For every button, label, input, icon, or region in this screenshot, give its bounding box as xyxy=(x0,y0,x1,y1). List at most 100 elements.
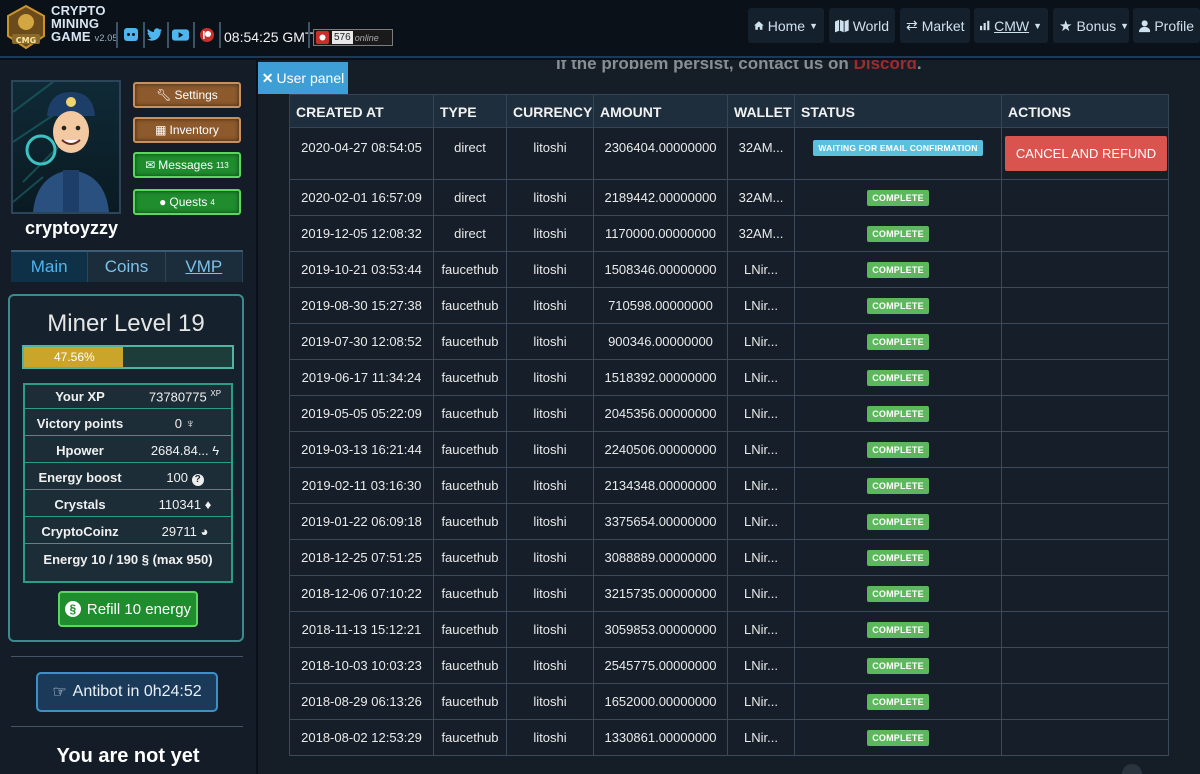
cell-wallet: LNir... xyxy=(727,720,794,755)
cell-action xyxy=(1001,720,1170,755)
cell-text: direct xyxy=(454,140,486,155)
inventory-icon: ▦ xyxy=(155,123,167,137)
nav-market[interactable]: ⇄ Market xyxy=(900,8,970,43)
status-badge: COMPLETE xyxy=(867,549,929,566)
twitter-icon[interactable] xyxy=(146,26,163,43)
nav-profile[interactable]: Profile xyxy=(1133,8,1200,43)
tab-user-panel[interactable]: ✕ User panel xyxy=(258,62,348,94)
discord-icon[interactable] xyxy=(122,26,139,43)
scroll-top-button[interactable] xyxy=(1122,764,1142,774)
cell-text: 2019-07-30 12:08:52 xyxy=(301,334,422,349)
cell-wallet: LNir... xyxy=(727,540,794,575)
tab-coins[interactable]: Coins xyxy=(88,252,166,282)
cell-currency: litoshi xyxy=(506,360,593,395)
patreon-icon[interactable] xyxy=(198,26,215,43)
col-type: TYPE xyxy=(433,95,506,129)
tab-coins-label: Coins xyxy=(104,257,149,276)
cell-text: 2019-05-05 05:22:09 xyxy=(301,406,422,421)
quests-button[interactable]: ● Quests 4 xyxy=(133,189,241,215)
cell-action xyxy=(1001,684,1170,719)
shield-icon: ♆ xyxy=(185,416,196,431)
table-row: 2019-06-17 11:34:24 faucethub litoshi 15183… xyxy=(289,360,1169,396)
cell-text: 1508346.00000000 xyxy=(604,262,717,277)
nav-world[interactable]: World xyxy=(829,8,895,43)
cell-text: 2240506.00000000 xyxy=(604,442,717,457)
close-icon[interactable]: ✕ xyxy=(262,70,274,87)
cell-text: 2018-12-06 07:10:22 xyxy=(301,586,422,601)
table-row: 2019-07-30 12:08:52 faucethub litoshi 90034… xyxy=(289,324,1169,360)
antibot-button[interactable]: ☞ Antibot in 0h24:52 xyxy=(36,672,218,712)
cell-text: 2019-02-11 03:16:30 xyxy=(301,478,422,493)
cell-text: 32AM... xyxy=(738,226,784,241)
messages-button[interactable]: ✉ Messages 113 xyxy=(133,152,241,178)
tab-vmp[interactable]: VMP xyxy=(165,252,243,282)
nav-bonus-label: Bonus xyxy=(1076,17,1117,34)
xp-progress-bar: 47.56% xyxy=(22,345,234,369)
question-icon[interactable]: ? xyxy=(191,473,204,486)
cell-text: 3088889.00000000 xyxy=(604,550,717,565)
nav-bonus[interactable]: ★ Bonus ▼ xyxy=(1053,8,1129,43)
map-icon xyxy=(835,19,849,32)
xp-percent: 47.56% xyxy=(54,350,95,364)
cell-created: 2019-06-17 11:34:24 xyxy=(290,360,433,395)
sidebar-tabs: Main Coins VMP xyxy=(11,250,243,282)
stat-value-text: 110341 xyxy=(158,497,202,512)
cell-wallet: LNir... xyxy=(727,648,794,683)
divider xyxy=(11,656,243,657)
settings-button[interactable]: 🔧︎ Settings xyxy=(133,82,241,108)
cell-status: COMPLETE xyxy=(794,252,1001,287)
logo-emblem[interactable]: CMG xyxy=(4,4,48,50)
divider xyxy=(193,22,195,48)
nav-market-label: Market xyxy=(921,17,965,34)
status-badge: COMPLETE xyxy=(867,369,929,386)
youtube-icon[interactable] xyxy=(172,26,189,43)
cell-action xyxy=(1001,324,1170,359)
cell-text: faucethub xyxy=(441,514,499,529)
cell-currency: litoshi xyxy=(506,504,593,539)
cell-action xyxy=(1001,288,1170,323)
cell-amount: 1518392.00000000 xyxy=(593,360,727,395)
cell-text: 2019-12-05 12:08:32 xyxy=(301,226,422,241)
cell-text: LNir... xyxy=(744,334,778,349)
cell-text: faucethub xyxy=(441,262,499,277)
cell-text: faucethub xyxy=(441,406,499,421)
cell-text: litoshi xyxy=(533,140,567,155)
discord-link[interactable]: Discord xyxy=(854,60,917,73)
wrench-icon: 🔧︎ xyxy=(156,88,172,102)
cell-amount: 2189442.00000000 xyxy=(593,180,727,215)
cancel-and-refund-button[interactable]: CANCEL AND REFUND xyxy=(1004,136,1168,171)
cell-amount: 2545775.00000000 xyxy=(593,648,727,683)
logo-text[interactable]: CRYPTO MINING GAME v2.05 xyxy=(51,4,118,45)
level-title: Miner Level 19 xyxy=(47,310,205,337)
table-row: 2018-12-06 07:10:22 faucethub litoshi 32157… xyxy=(289,576,1169,612)
status-badge: COMPLETE xyxy=(867,441,929,458)
home-icon xyxy=(754,21,764,30)
cell-currency: litoshi xyxy=(506,288,593,323)
chart-icon xyxy=(980,20,990,31)
nav-cmw[interactable]: CMW ▼ xyxy=(974,8,1048,43)
cell-text: litoshi xyxy=(533,514,567,529)
status-badge: COMPLETE xyxy=(867,297,929,314)
cell-amount: 1508346.00000000 xyxy=(593,252,727,287)
cell-wallet: LNir... xyxy=(727,432,794,467)
table-row: 2019-10-21 03:53:44 faucethub litoshi 15083… xyxy=(289,252,1169,288)
cell-text: 2045356.00000000 xyxy=(604,406,717,421)
avatar[interactable] xyxy=(11,80,121,214)
cell-text: litoshi xyxy=(533,334,567,349)
cell-currency: litoshi xyxy=(506,468,593,503)
cell-wallet: LNir... xyxy=(727,396,794,431)
refill-energy-button[interactable]: § Refill 10 energy xyxy=(58,591,198,627)
cell-type: faucethub xyxy=(433,612,506,647)
logo-line-3: GAME xyxy=(51,29,91,44)
inventory-button[interactable]: ▦ Inventory xyxy=(133,117,241,143)
cell-created: 2019-07-30 12:08:52 xyxy=(290,324,433,359)
cell-text: litoshi xyxy=(533,226,567,241)
tab-main[interactable]: Main xyxy=(11,252,89,282)
cell-type: direct xyxy=(433,180,506,215)
cell-text: 32AM... xyxy=(738,190,784,205)
cell-text: 2019-10-21 03:53:44 xyxy=(301,262,422,277)
cell-text: 1170000.00000000 xyxy=(604,226,717,241)
cell-status: COMPLETE xyxy=(794,468,1001,503)
cell-type: faucethub xyxy=(433,396,506,431)
nav-home[interactable]: Home ▼ xyxy=(748,8,824,43)
